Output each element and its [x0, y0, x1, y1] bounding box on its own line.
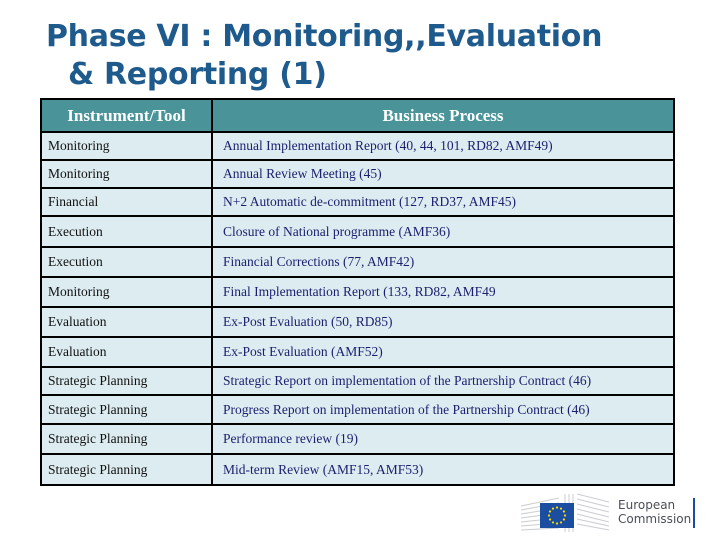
business-process-cell: Financial Corrections (77, AMF42) [211, 246, 675, 278]
instrument-cell: Financial [40, 187, 213, 217]
instrument-cell: Strategic Planning [40, 394, 213, 425]
logo-divider [693, 498, 695, 528]
logo-text: European Commission [618, 498, 691, 526]
instrument-cell: Monitoring [40, 276, 213, 308]
business-process-cell: Ex-Post Evaluation (AMF52) [211, 336, 675, 368]
table-row: Monitoring Annual Review Meeting (45) [40, 159, 675, 189]
eu-star [562, 518, 566, 521]
business-process-cell: Final Implementation Report (133, RD82, … [211, 276, 675, 308]
table-row: Evaluation Ex-Post Evaluation (AMF52) [40, 336, 675, 368]
eu-star [547, 514, 551, 517]
business-process-cell: Closure of National programme (AMF36) [211, 215, 675, 248]
table-row: Strategic Planning Strategic Report on im… [40, 366, 675, 396]
eu-star [551, 507, 555, 510]
table-row: Monitoring Final Implementation Report (1… [40, 276, 675, 308]
eu-star [555, 522, 559, 525]
european-commission-logo: European Commission [515, 488, 695, 534]
eu-star [555, 506, 559, 509]
column-header-instrument: Instrument/Tool [40, 98, 213, 133]
instrument-cell: Strategic Planning [40, 453, 213, 486]
business-process-cell: Performance review (19) [211, 423, 675, 455]
business-process-cell: N+2 Automatic de-commitment (127, RD37, … [211, 187, 675, 217]
eu-star [551, 521, 555, 524]
instrument-cell: Strategic Planning [40, 366, 213, 396]
eu-star [559, 521, 563, 524]
logo-text-line-1: European [618, 498, 676, 512]
instrument-cell: Monitoring [40, 131, 213, 161]
eu-star [548, 510, 552, 513]
table-row: Evaluation Ex-Post Evaluation (50, RD85) [40, 306, 675, 338]
instrument-cell: Evaluation [40, 306, 213, 338]
eu-star [548, 518, 552, 521]
slide-title-line-1: Phase VI : Monitoring,,Evaluation [46, 19, 603, 54]
eu-flag-icon [540, 503, 574, 528]
column-header-business-process: Business Process [211, 98, 675, 133]
table-row: Strategic Planning Performance review (19… [40, 423, 675, 455]
table-row: Strategic Planning Mid-term Review (AMF15… [40, 453, 675, 486]
business-process-cell: Annual Review Meeting (45) [211, 159, 675, 189]
instrument-cell: Evaluation [40, 336, 213, 368]
business-process-cell: Progress Report on implementation of the… [211, 394, 675, 425]
business-process-cell: Mid-term Review (AMF15, AMF53) [211, 453, 675, 486]
instrument-cell: Execution [40, 215, 213, 248]
instrument-cell: Monitoring [40, 159, 213, 189]
table-row: Financial N+2 Automatic de-commitment (12… [40, 187, 675, 217]
table-header-row: Instrument/Tool Business Process [40, 98, 675, 133]
instrument-cell: Strategic Planning [40, 423, 213, 455]
eu-star [563, 514, 567, 517]
instrument-cell: Execution [40, 246, 213, 278]
table-row: Strategic Planning Progress Report on imp… [40, 394, 675, 425]
eu-star [562, 510, 566, 513]
business-process-cell: Annual Implementation Report (40, 44, 10… [211, 131, 675, 161]
business-process-cell: Strategic Report on implementation of th… [211, 366, 675, 396]
logo-text-line-2: Commission [618, 512, 692, 526]
table-row: Execution Closure of National programme (… [40, 215, 675, 248]
slide-title: Phase VI : Monitoring,,Evaluation & Repo… [46, 18, 696, 94]
instrument-process-table: Instrument/Tool Business Process Monitor… [40, 98, 675, 486]
business-process-cell: Ex-Post Evaluation (50, RD85) [211, 306, 675, 338]
slide-title-line-2: & Reporting (1) [68, 57, 327, 92]
table-row: Monitoring Annual Implementation Report (… [40, 131, 675, 161]
table-row: Execution Financial Corrections (77, AMF4… [40, 246, 675, 278]
eu-star [559, 507, 563, 510]
